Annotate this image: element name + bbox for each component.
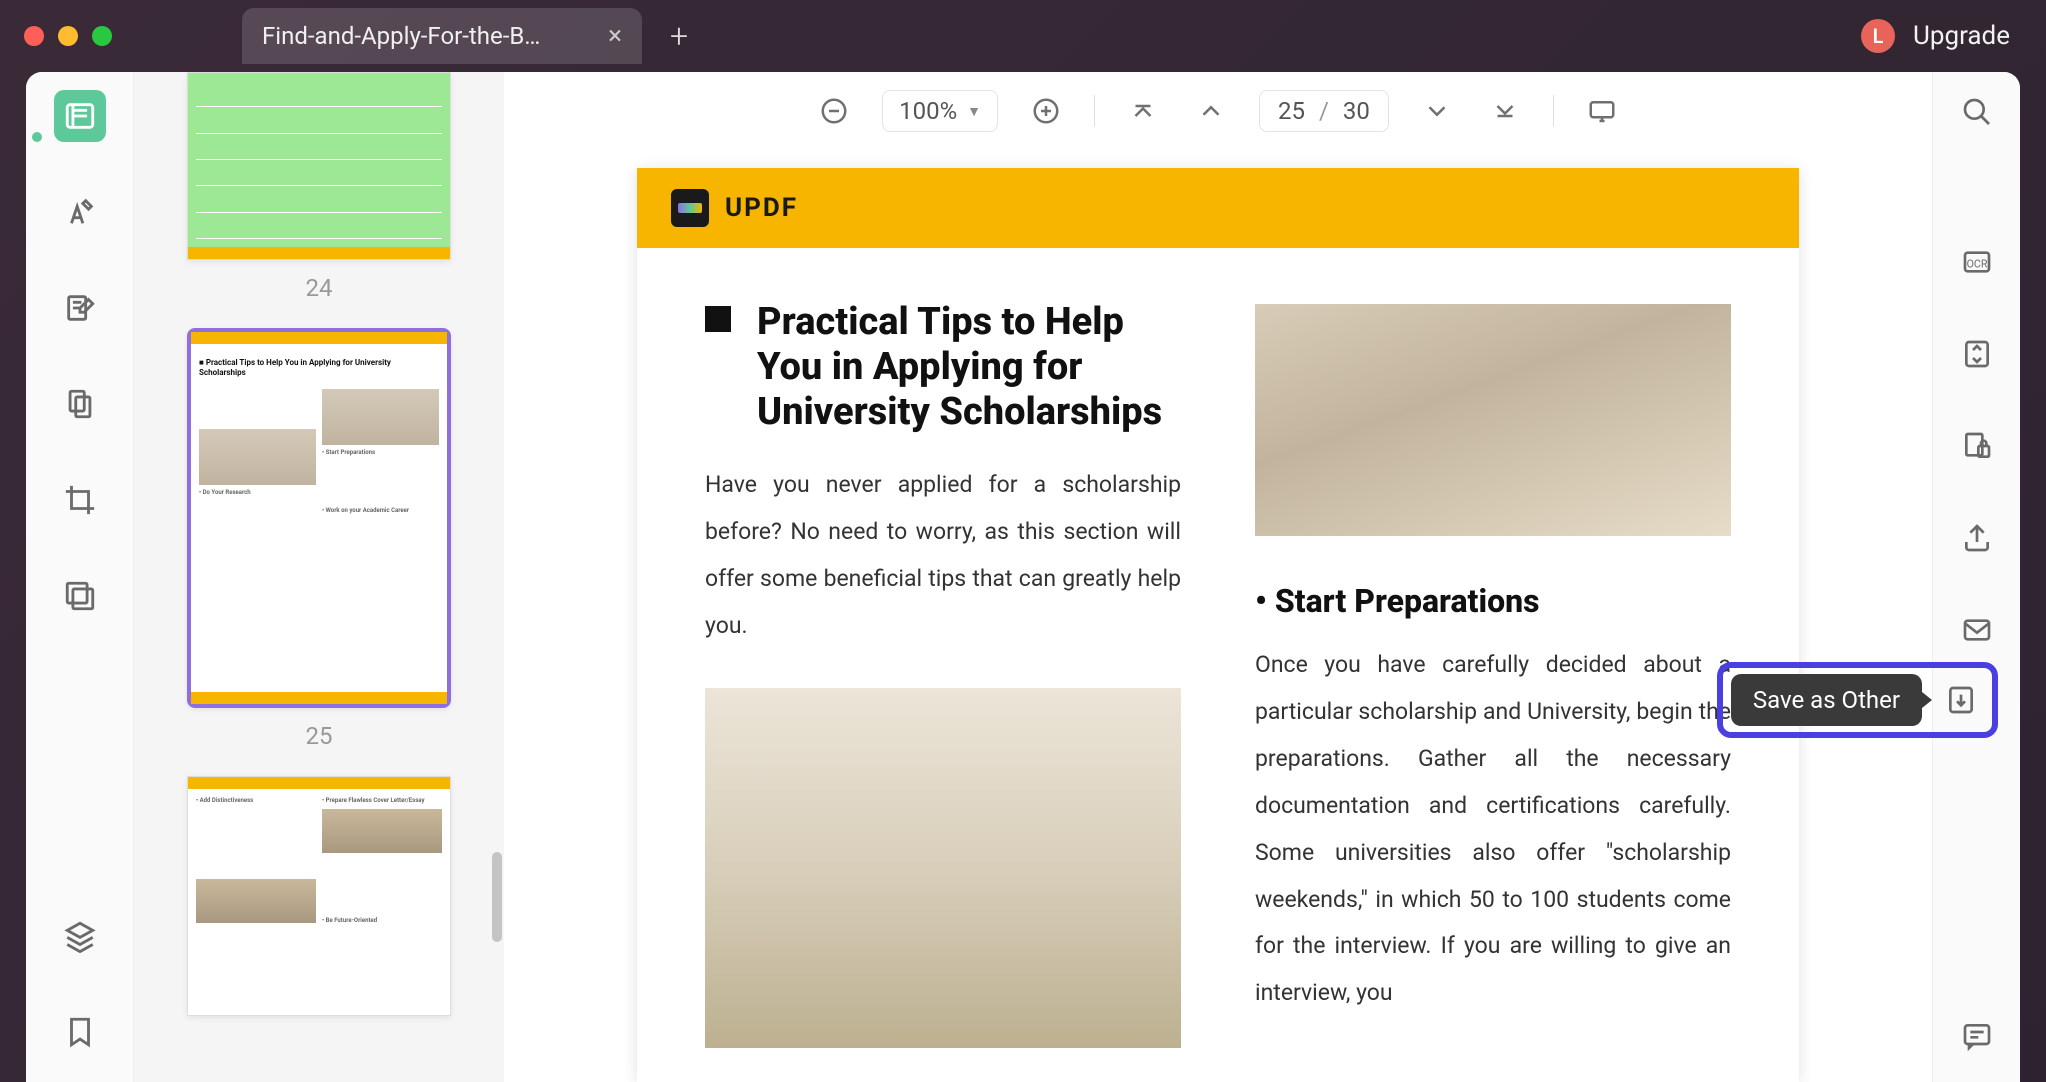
illustration-image xyxy=(1255,304,1731,536)
close-tab-icon[interactable]: × xyxy=(608,21,622,51)
save-as-other-button[interactable] xyxy=(1938,677,1984,723)
upgrade-button[interactable]: Upgrade xyxy=(1913,21,2010,51)
reader-tool[interactable] xyxy=(54,90,106,142)
highlight-tool[interactable] xyxy=(54,186,106,238)
ocr-button[interactable]: OCR xyxy=(1955,240,1999,284)
comment-button[interactable] xyxy=(1955,1014,1999,1058)
separator xyxy=(1553,95,1554,127)
last-page-button[interactable] xyxy=(1485,91,1525,131)
bullet-square-icon xyxy=(705,306,731,332)
svg-text:OCR: OCR xyxy=(1966,257,1987,270)
pdf-page: UPDF Practical Tips to Help You in Apply… xyxy=(637,168,1799,1082)
illustration-image xyxy=(705,688,1181,1048)
bookmark-tool[interactable] xyxy=(54,1006,106,1058)
page-header: UPDF xyxy=(637,168,1799,248)
email-button[interactable] xyxy=(1955,608,1999,652)
next-page-button[interactable] xyxy=(1417,91,1457,131)
thumbnail-label: 25 xyxy=(134,722,504,750)
protect-button[interactable] xyxy=(1955,424,1999,468)
edit-tool[interactable] xyxy=(54,282,106,334)
total-pages: 30 xyxy=(1343,97,1370,125)
page-area[interactable]: UPDF Practical Tips to Help You in Apply… xyxy=(504,142,1932,1082)
thumbnail-panel: 24 ■ Practical Tips to Help You in Apply… xyxy=(134,72,504,1082)
tab-title: Find-and-Apply-For-the-B… xyxy=(262,22,540,50)
avatar[interactable]: L xyxy=(1861,19,1895,53)
maximize-window-button[interactable] xyxy=(92,26,112,46)
brand-name: UPDF xyxy=(725,193,798,223)
zoom-out-button[interactable] xyxy=(814,91,854,131)
organize-tool[interactable] xyxy=(54,378,106,430)
prev-page-button[interactable] xyxy=(1191,91,1231,131)
convert-button[interactable] xyxy=(1955,332,1999,376)
body-paragraph: Once you have carefully decided about a … xyxy=(1255,642,1731,1017)
viewer: 100% ▼ 25 / 30 UPDF xyxy=(504,72,1932,1082)
status-dot-icon xyxy=(32,132,42,142)
minimize-window-button[interactable] xyxy=(58,26,78,46)
subheading: Start Preparations xyxy=(1255,582,1731,620)
brand-logo-icon xyxy=(671,189,709,227)
crop-tool[interactable] xyxy=(54,474,106,526)
zoom-select[interactable]: 100% ▼ xyxy=(882,90,998,132)
right-toolbar: OCR xyxy=(1932,72,2020,1082)
page-separator: / xyxy=(1319,97,1329,125)
search-button[interactable] xyxy=(1955,90,1999,134)
first-page-button[interactable] xyxy=(1123,91,1163,131)
window-controls xyxy=(24,26,112,46)
page-heading: Practical Tips to Help You in Applying f… xyxy=(757,300,1181,434)
page-indicator[interactable]: 25 / 30 xyxy=(1259,90,1389,132)
close-window-button[interactable] xyxy=(24,26,44,46)
thumbnail-label: 24 xyxy=(134,274,504,302)
thumbnail-26[interactable]: • Add Distinctiveness • Prepare Flawless… xyxy=(187,776,451,1016)
save-as-other-callout: Save as Other xyxy=(1717,662,1998,738)
avatar-initial: L xyxy=(1873,24,1884,48)
separator xyxy=(1094,95,1095,127)
zoom-in-button[interactable] xyxy=(1026,91,1066,131)
document-tab[interactable]: Find-and-Apply-For-the-B… × xyxy=(242,8,642,64)
thumbnail-24[interactable] xyxy=(187,72,451,260)
thumbnail-25[interactable]: ■ Practical Tips to Help You in Applying… xyxy=(187,328,451,708)
tooltip: Save as Other xyxy=(1731,674,1922,726)
zoom-value: 100% xyxy=(899,97,957,125)
layers-tool[interactable] xyxy=(54,910,106,962)
viewer-toolbar: 100% ▼ 25 / 30 xyxy=(504,80,1932,142)
redact-tool[interactable] xyxy=(54,570,106,622)
titlebar: Find-and-Apply-For-the-B… × + L Upgrade xyxy=(0,0,2046,72)
app-window: 24 ■ Practical Tips to Help You in Apply… xyxy=(26,72,2020,1082)
presentation-button[interactable] xyxy=(1582,91,1622,131)
share-button[interactable] xyxy=(1955,516,1999,560)
current-page: 25 xyxy=(1278,97,1305,125)
thumbnail-scrollbar[interactable] xyxy=(492,852,502,942)
new-tab-button[interactable]: + xyxy=(670,17,688,55)
intro-paragraph: Have you never applied for a scholarship… xyxy=(705,462,1181,650)
left-toolbar xyxy=(26,72,134,1082)
chevron-down-icon: ▼ xyxy=(967,103,981,120)
